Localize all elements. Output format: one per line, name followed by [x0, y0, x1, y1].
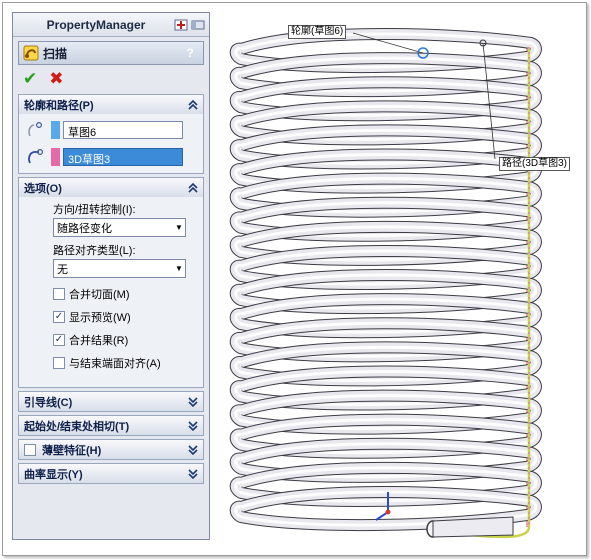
dropdown-arrow-icon: ▼	[175, 223, 183, 232]
checkbox-label: 合并切面(M)	[69, 288, 130, 301]
sweep-feature-icon	[23, 45, 39, 61]
profile-path-header[interactable]: 轮廓和路径(P)	[19, 95, 203, 114]
align-label: 路径对齐类型(L):	[53, 245, 136, 257]
curvature-display-header[interactable]: 曲率显示(Y)	[19, 464, 203, 483]
profile-callout: 轮廓(草图6)	[288, 25, 347, 39]
merge-result-option[interactable]: ✓ 合并结果(R)	[19, 328, 203, 351]
section-title: 起始处/结束处相切(T)	[24, 420, 130, 433]
feature-title-bar: 扫描 ?	[18, 41, 204, 65]
profile-selection-box[interactable]: 草图6	[63, 121, 183, 139]
guide-curves-header[interactable]: 引导线(C)	[19, 392, 203, 411]
expand-chevron-icon[interactable]	[187, 420, 199, 432]
options-section: 选项(O) 方向/扭转控制(I): 随路径变化 ▼ 路径对齐类型(L): 无 ▼…	[18, 177, 204, 388]
screenshot-frame: PropertyManager 扫描 ? ✔ ✖ 轮廓和路径(P) 草图6 3D…	[2, 2, 587, 556]
model-viewport[interactable]: 轮廓(草图6) 路径(3D草图3)	[213, 7, 587, 555]
expand-chevron-icon[interactable]	[187, 396, 199, 408]
orientation-label: 方向/扭转控制(I):	[53, 204, 136, 216]
align-end-faces-option[interactable]: 与结束端面对齐(A)	[19, 351, 203, 374]
curvature-display-section[interactable]: 曲率显示(Y)	[18, 463, 204, 484]
checkbox-label: 显示预览(W)	[69, 311, 131, 324]
path-selection-row: 3D草图3	[19, 145, 203, 169]
merge-result-checkbox[interactable]: ✓	[53, 333, 65, 346]
thin-feature-section[interactable]: 薄壁特征(H)	[18, 439, 204, 460]
show-preview-checkbox[interactable]: ✓	[53, 310, 65, 323]
feature-name: 扫描	[43, 46, 68, 61]
path-callout: 路径(3D草图3)	[499, 157, 571, 171]
expand-chevron-icon[interactable]	[187, 468, 199, 480]
profile-selection-row: 草图6	[19, 118, 203, 142]
pin-icon[interactable]	[174, 18, 188, 32]
checkbox-label: 合并结果(R)	[69, 334, 129, 347]
align-dropdown[interactable]: 无 ▼	[53, 259, 186, 278]
expand-chevron-icon[interactable]	[187, 444, 199, 456]
thin-feature-checkbox[interactable]	[24, 443, 36, 456]
start-end-tangency-section[interactable]: 起始处/结束处相切(T)	[18, 415, 204, 436]
property-manager-title: PropertyManager	[46, 17, 146, 32]
path-selection-box[interactable]: 3D草图3	[63, 148, 183, 166]
section-title: 轮廓和路径(P)	[24, 99, 94, 112]
dropdown-arrow-icon: ▼	[175, 264, 183, 273]
collapse-chevron-icon[interactable]	[187, 99, 199, 111]
path-color-swatch	[51, 148, 60, 166]
profile-color-swatch	[51, 121, 60, 139]
start-end-tangency-header[interactable]: 起始处/结束处相切(T)	[19, 416, 203, 435]
section-title: 曲率显示(Y)	[24, 468, 83, 481]
guide-curves-section[interactable]: 引导线(C)	[18, 391, 204, 412]
checkbox-label: 与结束端面对齐(A)	[69, 357, 161, 370]
align-value: 无	[57, 263, 68, 276]
help-button[interactable]: ?	[183, 46, 197, 60]
merge-tangent-faces-checkbox[interactable]	[53, 287, 65, 300]
ok-button[interactable]: ✔	[23, 70, 37, 87]
orientation-value: 随路径变化	[57, 222, 112, 235]
orientation-dropdown[interactable]: 随路径变化 ▼	[53, 218, 186, 237]
section-title: 选项(O)	[24, 182, 62, 195]
dock-panel-icon[interactable]	[191, 18, 205, 32]
triad-origin	[385, 509, 391, 515]
helical-coil-model[interactable]	[213, 7, 587, 555]
collapse-chevron-icon[interactable]	[187, 182, 199, 194]
merge-tangent-faces-option[interactable]: 合并切面(M)	[19, 282, 203, 305]
thin-feature-header[interactable]: 薄壁特征(H)	[19, 440, 203, 459]
options-header[interactable]: 选项(O)	[19, 178, 203, 197]
property-manager-header: PropertyManager	[13, 13, 209, 37]
show-preview-option[interactable]: ✓ 显示预览(W)	[19, 305, 203, 328]
align-end-faces-checkbox[interactable]	[53, 356, 65, 369]
profile-path-section: 轮廓和路径(P) 草图6 3D草图3	[18, 94, 204, 174]
property-manager-panel: PropertyManager 扫描 ? ✔ ✖ 轮廓和路径(P) 草图6 3D…	[12, 12, 210, 540]
path-icon	[28, 148, 44, 164]
cancel-button[interactable]: ✖	[49, 70, 63, 87]
profile-icon	[28, 121, 43, 137]
section-title: 引导线(C)	[24, 396, 73, 409]
section-title: 薄壁特征(H)	[42, 444, 102, 457]
tube-segment	[432, 516, 514, 538]
confirm-row: ✔ ✖	[13, 65, 209, 91]
